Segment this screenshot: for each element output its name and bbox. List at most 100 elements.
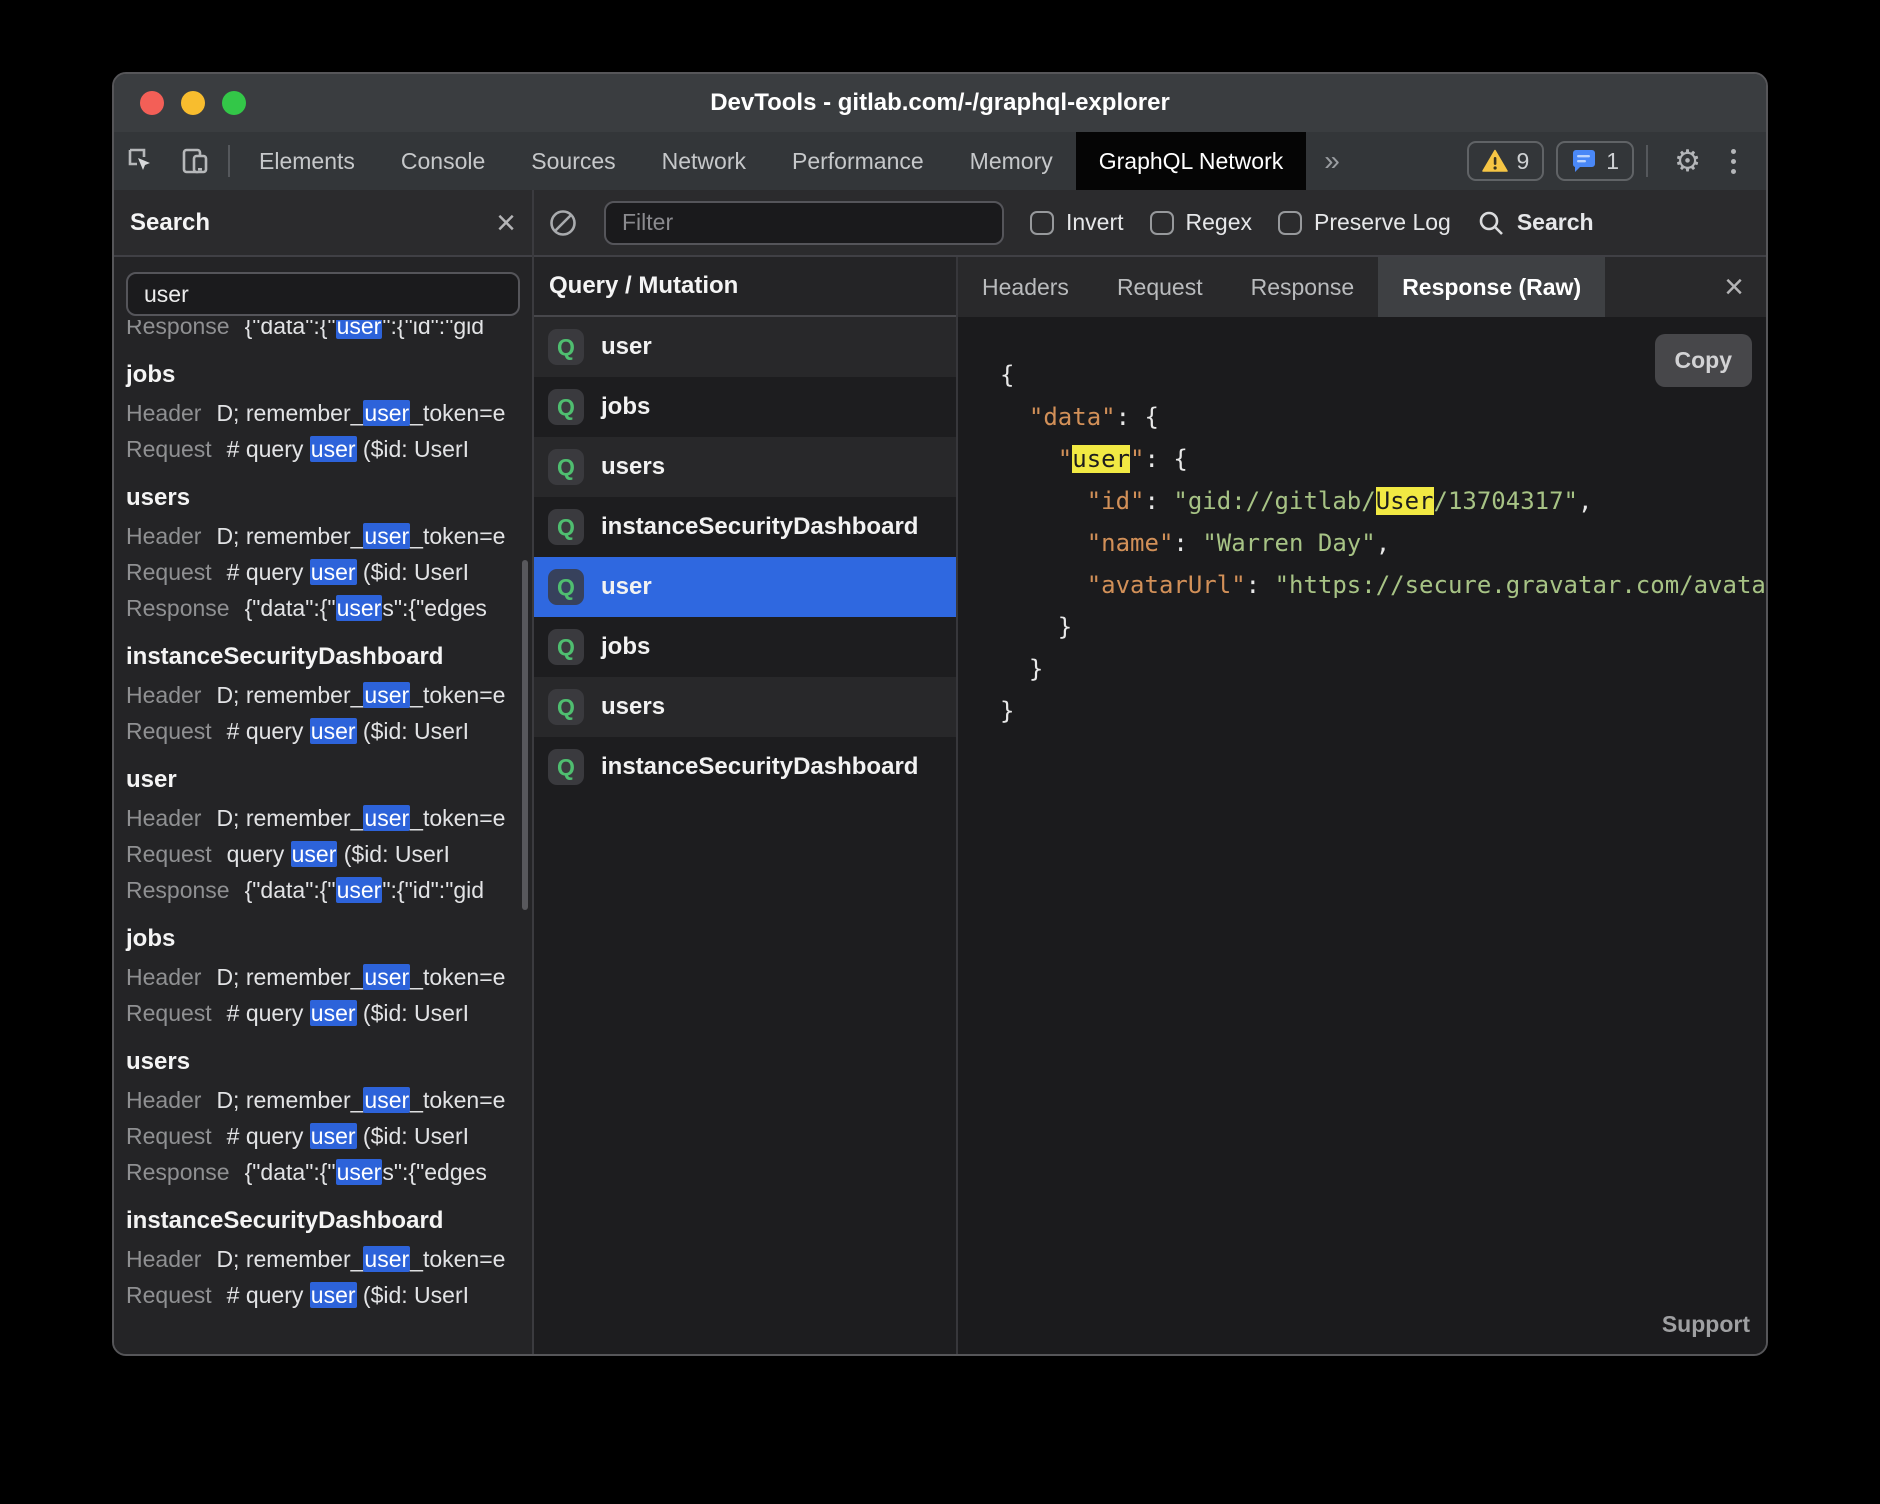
devtools-window: DevTools - gitlab.com/-/graphql-explorer xyxy=(112,72,1768,1356)
preserve-log-checkbox-group[interactable]: Preserve Log xyxy=(1278,209,1451,236)
close-detail-icon[interactable]: × xyxy=(1724,257,1766,317)
regex-checkbox[interactable] xyxy=(1150,211,1174,235)
tab-network[interactable]: Network xyxy=(639,132,769,190)
detail-tabs: HeadersRequestResponseResponse (Raw) × xyxy=(958,257,1766,317)
search-result-row[interactable]: HeaderD; remember_user_token=e xyxy=(126,677,532,713)
detail-tab-response-raw[interactable]: Response (Raw) xyxy=(1378,257,1605,317)
warning-triangle-icon xyxy=(1482,149,1508,173)
result-row-label: Header xyxy=(126,964,201,990)
search-panel: Search × Response{"data":{"user":{"id":"… xyxy=(114,190,534,1354)
filter-input[interactable] xyxy=(604,201,1004,245)
search-input[interactable] xyxy=(126,272,520,316)
query-row-label: instanceSecurityDashboard xyxy=(601,513,918,541)
window-title: DevTools - gitlab.com/-/graphql-explorer xyxy=(114,89,1766,117)
search-result-row[interactable]: Request# query user ($id: UserI xyxy=(126,554,532,590)
tab-elements[interactable]: Elements xyxy=(236,132,378,190)
search-result-row[interactable]: Request # query user ($id: UserI xyxy=(126,1277,532,1313)
json-line: "user": { xyxy=(1000,438,1766,480)
kebab-menu-icon[interactable] xyxy=(1715,149,1752,174)
search-result-row[interactable]: Response{"data":{"user":{"id":"gid xyxy=(126,320,532,344)
detail-tab-response[interactable]: Response xyxy=(1227,257,1379,317)
tab-performance[interactable]: Performance xyxy=(769,132,947,190)
tab-console[interactable]: Console xyxy=(378,132,508,190)
devtools-main: Search × Response{"data":{"user":{"id":"… xyxy=(114,190,1766,1354)
result-row-content: # query user ($id: UserI xyxy=(227,1123,469,1149)
search-result-row[interactable]: Requestquery user ($id: UserI xyxy=(126,836,532,872)
result-section-rows: Header D; remember_user_token=e Request# q… xyxy=(126,518,532,626)
inspect-element-icon[interactable] xyxy=(114,132,168,190)
search-result-row[interactable]: Response{"data":{"users":{"edges xyxy=(126,1154,532,1190)
search-result-row[interactable]: Response{"data":{"users":{"edges xyxy=(126,590,532,626)
json-view: { "data": { "user": { "id": "gid://gitla… xyxy=(958,317,1766,732)
tab-memory[interactable]: Memory xyxy=(947,132,1076,190)
invert-checkbox[interactable] xyxy=(1030,211,1054,235)
regex-checkbox-group[interactable]: Regex xyxy=(1150,209,1252,236)
search-result-row[interactable]: HeaderD; remember_user_token=e xyxy=(126,1241,532,1277)
query-row-instancesecuritydashboard[interactable]: QinstanceSecurityDashboard xyxy=(534,497,956,557)
query-row-jobs[interactable]: Qjobs xyxy=(534,617,956,677)
desktop-background: DevTools - gitlab.com/-/graphql-explorer xyxy=(0,0,1880,1504)
support-link[interactable]: Support xyxy=(1662,1311,1750,1338)
search-result-row[interactable]: Request# query user ($id: UserI xyxy=(126,431,532,467)
search-result-row[interactable]: Request # query user ($id: UserI xyxy=(126,1118,532,1154)
search-result-row[interactable]: HeaderD; remember_user_token=e xyxy=(126,395,532,431)
toolbar-divider xyxy=(1646,145,1648,177)
query-row-users[interactable]: Qusers xyxy=(534,437,956,497)
result-row-label: Request xyxy=(126,559,212,585)
invert-checkbox-group[interactable]: Invert xyxy=(1030,209,1124,236)
result-row-content: # query user ($id: UserI xyxy=(227,718,469,744)
result-row-label: Response xyxy=(126,877,230,903)
preserve-log-label: Preserve Log xyxy=(1314,209,1451,236)
result-row-label: Request xyxy=(126,1282,212,1308)
result-row-content: D; remember_user_token=e xyxy=(216,1087,505,1113)
warnings-badge[interactable]: 9 xyxy=(1467,141,1545,181)
detail-tab-request[interactable]: Request xyxy=(1093,257,1227,317)
query-row-jobs[interactable]: Qjobs xyxy=(534,377,956,437)
result-row-label: Request xyxy=(126,718,212,744)
query-row-users[interactable]: Qusers xyxy=(534,677,956,737)
messages-badge[interactable]: 1 xyxy=(1556,141,1634,181)
query-row-user[interactable]: Quser xyxy=(534,317,956,377)
query-row-instancesecuritydashboard[interactable]: QinstanceSecurityDashboard xyxy=(534,737,956,797)
search-toggle[interactable]: Search xyxy=(1477,209,1594,237)
toolbar-right: 9 1 ⚙ xyxy=(1455,141,1767,181)
result-row-content: # query user ($id: UserI xyxy=(227,1282,469,1308)
json-line: "avatarUrl": "https://secure.gravatar.co… xyxy=(1000,564,1766,606)
query-type-badge: Q xyxy=(548,449,584,485)
regex-label: Regex xyxy=(1186,209,1252,236)
result-row-content: D; remember_user_token=e xyxy=(216,400,505,426)
query-row-label: user xyxy=(601,573,652,601)
close-search-icon[interactable]: × xyxy=(496,206,516,240)
search-result-row[interactable]: HeaderD; remember_user_token=e xyxy=(126,1082,532,1118)
settings-gear-icon[interactable]: ⚙ xyxy=(1660,144,1715,179)
search-scrollbar-thumb[interactable] xyxy=(522,560,528,910)
result-row-label: Header xyxy=(126,523,201,549)
result-row-label: Header xyxy=(126,805,201,831)
detail-panel: HeadersRequestResponseResponse (Raw) × C… xyxy=(958,257,1766,1354)
tab-sources[interactable]: Sources xyxy=(508,132,638,190)
result-row-content: D; remember_user_token=e xyxy=(216,523,505,549)
search-result-row[interactable]: Header D; remember_user_token=e xyxy=(126,518,532,554)
search-results: Response{"data":{"user":{"id":"gidjobsHe… xyxy=(114,320,532,1354)
search-result-row[interactable]: Request # query user ($id: UserI xyxy=(126,713,532,749)
result-row-label: Response xyxy=(126,595,230,621)
result-row-label: Request xyxy=(126,1123,212,1149)
result-row-content: # query user ($id: UserI xyxy=(227,436,469,462)
search-result-row[interactable]: HeaderD; remember_user_token=e xyxy=(126,800,532,836)
query-row-user[interactable]: Quser xyxy=(534,557,956,617)
tab-graphql-network[interactable]: GraphQL Network xyxy=(1076,132,1307,190)
search-result-row[interactable]: HeaderD; remember_user_token=e xyxy=(126,959,532,995)
detail-tab-headers[interactable]: Headers xyxy=(958,257,1093,317)
result-row-label: Header xyxy=(126,1246,201,1272)
query-type-badge: Q xyxy=(548,689,584,725)
search-result-row[interactable]: Response{"data":{"user":{"id":"gid xyxy=(126,872,532,908)
more-tabs-icon[interactable]: » xyxy=(1306,145,1358,177)
json-line: "name": "Warren Day", xyxy=(1000,522,1766,564)
search-result-row[interactable]: Request# query user ($id: UserI xyxy=(126,995,532,1031)
preserve-log-checkbox[interactable] xyxy=(1278,211,1302,235)
copy-button[interactable]: Copy xyxy=(1655,334,1753,387)
clear-requests-icon[interactable] xyxy=(548,208,578,238)
device-toolbar-icon[interactable] xyxy=(168,132,222,190)
result-row-label: Request xyxy=(126,841,212,867)
result-section-rows: HeaderD; remember_user_token=e Request # q… xyxy=(126,1241,532,1313)
